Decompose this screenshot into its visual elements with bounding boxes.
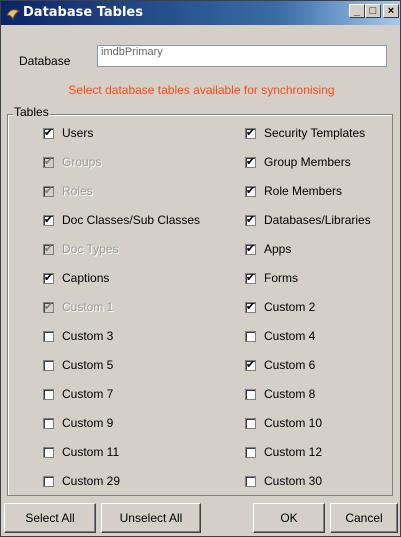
checkbox-label: Custom 6 xyxy=(264,358,316,372)
database-label: Database xyxy=(19,54,71,68)
checkbox-label: Apps xyxy=(264,242,292,256)
table-checkbox[interactable]: ✔ Role Members xyxy=(245,182,342,200)
table-checkbox[interactable]: Custom 8 xyxy=(245,385,315,403)
table-checkbox: ✔ Doc Types xyxy=(43,240,118,258)
select-all-button[interactable]: Select All xyxy=(4,503,96,533)
table-checkbox[interactable]: ✔ Forms xyxy=(245,269,298,287)
checkmark-icon[interactable]: ✔ xyxy=(43,214,54,226)
maximize-button[interactable]: □ xyxy=(365,4,381,18)
checkmark-icon[interactable]: ✔ xyxy=(245,243,256,255)
table-checkbox[interactable]: Custom 11 xyxy=(43,443,119,461)
checkbox-label: Group Members xyxy=(264,155,351,169)
checkbox-label: Captions xyxy=(62,271,110,285)
checkmark-icon[interactable]: ✔ xyxy=(245,156,256,168)
checkbox-label: Users xyxy=(62,126,94,140)
checkbox-box[interactable] xyxy=(245,330,256,342)
checkbox-label: Groups xyxy=(62,155,102,169)
checkbox-label: Custom 2 xyxy=(264,300,316,314)
checkbox-label: Roles xyxy=(62,184,93,198)
table-checkbox[interactable]: ✔ Users xyxy=(43,124,93,142)
checkmark-icon[interactable]: ✔ xyxy=(43,127,54,139)
checkbox-label: Forms xyxy=(264,271,298,285)
checkbox-label: Custom 1 xyxy=(62,300,114,314)
checkbox-box[interactable] xyxy=(245,388,256,400)
unselect-all-button[interactable]: Unselect All xyxy=(101,503,201,533)
checkbox-label: Custom 30 xyxy=(264,474,323,488)
checkmark-icon: ✔ xyxy=(43,242,54,255)
database-field[interactable]: imdbPrimary xyxy=(97,45,387,67)
checkbox-box[interactable] xyxy=(43,475,54,487)
checkbox-label: Custom 29 xyxy=(62,474,121,488)
table-checkbox[interactable]: Custom 7 xyxy=(43,385,113,403)
close-button[interactable]: × xyxy=(383,4,399,18)
database-tables-dialog: Database Tables _ □ × Database imdbPrima… xyxy=(0,0,401,537)
table-checkbox: ✔ Custom 1 xyxy=(43,298,113,316)
checkbox-label: Custom 4 xyxy=(264,329,316,343)
table-checkbox[interactable]: Custom 12 xyxy=(245,443,322,461)
title-bar[interactable]: Database Tables _ □ × xyxy=(1,1,400,25)
checkbox-box[interactable] xyxy=(245,417,256,429)
checkbox-box[interactable] xyxy=(43,417,54,429)
checkbox-label: Custom 7 xyxy=(62,387,114,401)
checkmark-icon[interactable]: ✔ xyxy=(245,359,256,371)
info-message: Select database tables available for syn… xyxy=(68,83,335,97)
table-checkbox[interactable]: ✔ Doc Classes/Sub Classes xyxy=(43,211,200,229)
table-checkbox[interactable]: Custom 3 xyxy=(43,327,113,345)
table-checkbox[interactable]: ✔ Databases/Libraries xyxy=(245,211,371,229)
table-checkbox[interactable]: ✔ Group Members xyxy=(245,153,351,171)
checkbox-box[interactable] xyxy=(43,446,54,458)
cancel-button[interactable]: Cancel xyxy=(330,503,398,533)
app-icon xyxy=(5,5,21,21)
checkbox-label: Custom 8 xyxy=(264,387,316,401)
checkbox-label: Custom 10 xyxy=(264,416,323,430)
checkbox-label: Custom 12 xyxy=(264,445,323,459)
checkbox-label: Doc Types xyxy=(62,242,119,256)
checkbox-box[interactable] xyxy=(245,446,256,458)
table-checkbox[interactable]: ✔ Custom 2 xyxy=(245,298,315,316)
checkbox-box[interactable] xyxy=(43,330,54,342)
checkmark-icon[interactable]: ✔ xyxy=(245,185,256,197)
table-checkbox[interactable]: Custom 30 xyxy=(245,472,322,490)
table-checkbox[interactable]: ✔ Security Templates xyxy=(245,124,365,142)
table-checkbox[interactable]: ✔ Custom 6 xyxy=(245,356,315,374)
checkmark-icon[interactable]: ✔ xyxy=(43,272,54,284)
table-checkbox: ✔ Roles xyxy=(43,182,93,200)
table-checkbox[interactable]: Custom 10 xyxy=(245,414,322,432)
checkmark-icon: ✔ xyxy=(43,300,54,313)
checkbox-label: Security Templates xyxy=(264,126,366,140)
checkbox-label: Custom 5 xyxy=(62,358,114,372)
table-checkbox[interactable]: ✔ Apps xyxy=(245,240,291,258)
tables-group-legend: Tables xyxy=(13,105,50,119)
table-checkbox[interactable]: ✔ Captions xyxy=(43,269,109,287)
table-checkbox[interactable]: Custom 9 xyxy=(43,414,113,432)
minimize-button[interactable]: _ xyxy=(349,4,365,18)
checkbox-label: Custom 9 xyxy=(62,416,114,430)
checkmark-icon: ✔ xyxy=(43,155,54,168)
checkbox-label: Custom 11 xyxy=(62,445,120,459)
checkbox-box[interactable] xyxy=(245,475,256,487)
table-checkbox[interactable]: Custom 4 xyxy=(245,327,315,345)
checkmark-icon[interactable]: ✔ xyxy=(245,301,256,313)
window-title: Database Tables xyxy=(23,5,143,20)
checkbox-label: Doc Classes/Sub Classes xyxy=(62,213,201,227)
checkmark-icon[interactable]: ✔ xyxy=(245,214,256,226)
ok-button[interactable]: OK xyxy=(253,503,325,533)
checkmark-icon[interactable]: ✔ xyxy=(245,127,256,139)
checkbox-box[interactable] xyxy=(43,359,54,371)
table-checkbox[interactable]: Custom 5 xyxy=(43,356,113,374)
checkmark-icon[interactable]: ✔ xyxy=(245,272,256,284)
table-checkbox: ✔ Groups xyxy=(43,153,101,171)
table-checkbox[interactable]: Custom 29 xyxy=(43,472,120,490)
checkmark-icon: ✔ xyxy=(43,184,54,197)
checkbox-box[interactable] xyxy=(43,388,54,400)
checkbox-label: Databases/Libraries xyxy=(264,213,371,227)
checkbox-label: Custom 3 xyxy=(62,329,114,343)
checkbox-label: Role Members xyxy=(264,184,343,198)
